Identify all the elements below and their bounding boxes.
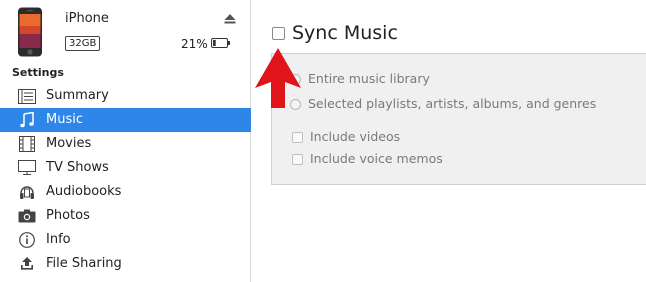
include-videos-checkbox[interactable]: [292, 132, 303, 143]
sidebar-item-file-sharing[interactable]: File Sharing: [0, 252, 251, 276]
battery-icon: [211, 38, 230, 48]
tv-monitor-icon: [17, 159, 37, 177]
summary-list-icon: [17, 87, 37, 105]
settings-nav: Summary Music Movies TV Shows Audiobooks: [0, 84, 251, 276]
sidebar-item-audiobooks[interactable]: Audiobooks: [0, 180, 251, 204]
sidebar-item-label: Movies: [46, 136, 92, 151]
audiobook-icon: [17, 183, 37, 201]
sync-music-label: Sync Music: [292, 22, 398, 44]
sidebar-item-label: TV Shows: [46, 160, 109, 175]
sidebar-item-label: Info: [46, 232, 71, 247]
sidebar-item-photos[interactable]: Photos: [0, 204, 251, 228]
file-sharing-icon: [17, 255, 37, 273]
include-voice-memos-label: Include voice memos: [310, 151, 443, 166]
include-videos-label: Include videos: [310, 129, 401, 144]
sidebar-item-label: Summary: [46, 88, 109, 103]
sidebar-item-music[interactable]: Music: [0, 108, 251, 132]
sidebar-item-info[interactable]: Info: [0, 228, 251, 252]
sidebar-item-label: File Sharing: [46, 256, 122, 271]
sync-options-panel: Entire music library Selected playlists,…: [271, 53, 646, 185]
sync-music-row[interactable]: Sync Music: [272, 22, 472, 46]
sidebar-item-label: Photos: [46, 208, 90, 223]
settings-heading: Settings: [12, 66, 64, 79]
music-settings-pane: Sync Music Entire music library Selected…: [252, 0, 646, 282]
camera-icon: [17, 207, 37, 225]
battery-percentage: 21%: [181, 37, 208, 51]
include-voice-memos-checkbox[interactable]: [292, 154, 303, 165]
entire-library-label: Entire music library: [308, 71, 430, 86]
sidebar-item-label: Audiobooks: [46, 184, 122, 199]
sidebar-item-label: Music: [46, 112, 83, 127]
eject-icon[interactable]: [223, 12, 237, 26]
sidebar-item-summary[interactable]: Summary: [0, 84, 251, 108]
sidebar-item-tv-shows[interactable]: TV Shows: [0, 156, 251, 180]
device-header[interactable]: iPhone 32GB 21%: [0, 0, 251, 64]
sidebar: iPhone 32GB 21% Settings Summary Music M…: [0, 0, 251, 282]
capacity-badge: 32GB: [65, 36, 101, 51]
info-icon: [17, 231, 37, 249]
annotation-arrow-icon: [255, 48, 301, 108]
sync-music-checkbox[interactable]: [272, 27, 285, 40]
music-note-icon: [17, 111, 37, 129]
device-name: iPhone: [65, 11, 109, 26]
selected-items-label: Selected playlists, artists, albums, and…: [308, 96, 597, 111]
sidebar-item-movies[interactable]: Movies: [0, 132, 251, 156]
iphone-device-icon: [18, 7, 42, 57]
film-strip-icon: [17, 135, 37, 153]
